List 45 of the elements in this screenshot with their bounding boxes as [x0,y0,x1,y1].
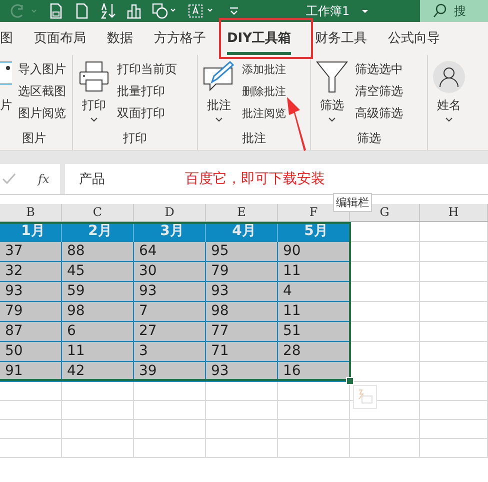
group-label: 批注 [241,130,267,147]
table-header-cell: 4月 [206,222,278,242]
table-cell: 93 [206,362,278,382]
annotation-text: 百度它，即可下载安装 [185,170,325,188]
table-cell: 98 [62,302,134,322]
table-cell: 37 [0,242,62,262]
table-cell: 4 [278,282,350,302]
table-cell: 77 [206,322,278,342]
table-cell: 88 [62,242,134,262]
table-cell: 32 [0,262,62,282]
table-cell: 79 [0,302,62,322]
group-label: 筛选 [356,130,382,147]
table-cell: 39 [134,362,206,382]
table-cell: 28 [278,342,350,362]
table-cell: 50 [0,342,62,362]
table-header-cell: 1月 [0,222,62,242]
table-cell: 93 [0,282,62,302]
table-cell: 95 [206,242,278,262]
table-cell: 11 [62,342,134,362]
table-cell: 51 [278,322,350,342]
table-header-cell: 3月 [134,222,206,242]
table-cell: 93 [134,282,206,302]
window-title: 工作簿1 [306,2,350,20]
table-cell: 11 [278,302,350,322]
table-cell: 79 [206,262,278,282]
table-cell: 59 [62,282,134,302]
table-cell: 30 [134,262,206,282]
table-cell: 3 [134,342,206,362]
table-cell: 87 [0,322,62,342]
table-cell: 90 [278,242,350,262]
table-cell: 71 [206,342,278,362]
table-header-cell: 2月 [62,222,134,242]
table-cell: 6 [62,322,134,342]
table-cell: 7 [134,302,206,322]
table-cell: 45 [62,262,134,282]
table-cell: 93 [206,282,278,302]
table-cell: 42 [62,362,134,382]
tooltip: 编辑栏 [333,193,372,212]
table-cell: 98 [206,302,278,322]
group-label: 打印 [122,130,148,147]
table-cell: 91 [0,362,62,382]
table-cell: 27 [134,322,206,342]
table-cell: 11 [278,262,350,282]
group-label: 图片 [21,130,47,147]
table-cell: 64 [134,242,206,262]
